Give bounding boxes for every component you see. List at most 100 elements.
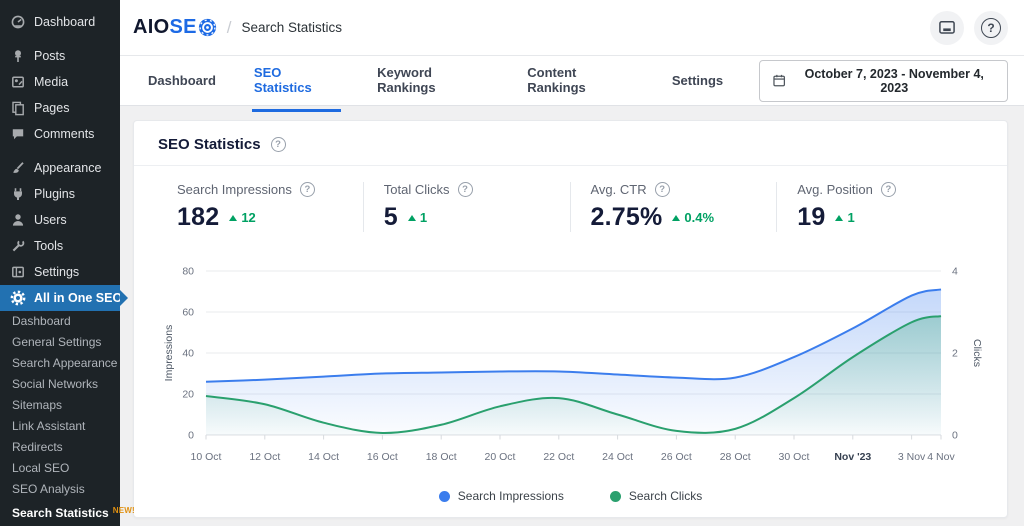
wp-admin-menu: Dashboard Posts Media Pages [0,0,120,526]
logo-gear-icon [198,18,217,37]
submenu-item-dashboard[interactable]: Dashboard [0,311,120,332]
legend-dot-clicks [610,491,621,502]
sidebar-item-label: Settings [34,265,79,279]
metric-label: Avg. Position [797,182,873,197]
svg-text:4 Nov: 4 Nov [927,451,955,463]
metric-value: 182 [177,203,219,232]
metric-delta: 0.4% [672,210,714,225]
submenu-label: Dashboard [12,314,71,328]
pushpin-icon [10,48,26,64]
trend-up-icon [229,215,237,221]
breadcrumb-separator: / [227,18,232,38]
svg-text:28 Oct: 28 Oct [720,451,751,463]
sidebar-item-settings[interactable]: Settings [0,259,120,285]
svg-text:18 Oct: 18 Oct [426,451,457,463]
submenu-item-search-appearance[interactable]: Search Appearance [0,353,120,374]
sidebar-item-comments[interactable]: Comments [0,121,120,147]
metric-help-icon[interactable]: ? [458,182,473,197]
media-icon [10,74,26,90]
metric-delta-value: 12 [241,210,255,225]
logo-text-se: SE [169,16,196,39]
tab-content-rankings[interactable]: Content Rankings [525,49,636,112]
svg-text:14 Oct: 14 Oct [308,451,339,463]
tab-keyword-rankings[interactable]: Keyword Rankings [375,49,491,112]
submenu-label: Search Statistics [12,506,109,520]
submenu-item-social-networks[interactable]: Social Networks [0,374,120,395]
card-help-icon[interactable]: ? [271,137,286,152]
sidebar-item-label: Tools [34,239,63,253]
svg-text:Clicks: Clicks [971,339,983,367]
metrics-row: Search Impressions ? 182 12 Total Clicks… [134,166,1007,242]
user-icon [10,212,26,228]
aioseo-logo: AIOSE [133,16,217,39]
svg-text:2: 2 [952,348,958,360]
metric-search-impressions: Search Impressions ? 182 12 [177,182,363,232]
svg-text:0: 0 [952,430,958,442]
legend-search-impressions[interactable]: Search Impressions [439,489,564,503]
sidebar-item-label: Posts [34,49,65,63]
monitor-icon [937,18,957,38]
svg-text:20 Oct: 20 Oct [485,451,516,463]
tab-seo-statistics[interactable]: SEO Statistics [252,49,341,112]
svg-text:40: 40 [182,348,194,360]
submenu-label: Search Appearance [12,356,117,370]
submenu-item-tools[interactable]: Tools [0,521,120,526]
sidebar-item-tools[interactable]: Tools [0,233,120,259]
submenu-item-link-assistant[interactable]: Link Assistant [0,416,120,437]
sidebar-item-appearance[interactable]: Appearance [0,155,120,181]
sidebar-item-label: All in One SEO [34,291,122,305]
aioseo-submenu: Dashboard General Settings Search Appear… [0,311,120,526]
sidebar-item-pages[interactable]: Pages [0,95,120,121]
trend-up-icon [408,215,416,221]
chart-area: 020406080024ImpressionsClicks10 Oct12 Oc… [134,252,1007,485]
svg-text:Nov '23: Nov '23 [834,451,871,463]
calendar-icon [772,73,786,88]
content-area: SEO Statistics ? Search Impressions ? 18… [120,106,1024,518]
sidebar-item-dashboard[interactable]: Dashboard [0,9,120,35]
submenu-item-sitemaps[interactable]: Sitemaps [0,395,120,416]
metric-avg-ctr: Avg. CTR ? 2.75% 0.4% [570,182,777,232]
date-range-picker[interactable]: October 7, 2023 - November 4, 2023 [759,60,1008,102]
monitor-button[interactable] [930,11,964,45]
card-title: SEO Statistics [158,136,261,153]
submenu-label: General Settings [12,335,101,349]
submenu-item-redirects[interactable]: Redirects [0,437,120,458]
svg-text:22 Oct: 22 Oct [543,451,574,463]
plugin-icon [10,186,26,202]
sidebar-item-users[interactable]: Users [0,207,120,233]
main-area: AIOSE / Search Statistics ? Dashboard [120,0,1024,526]
aioseo-header: AIOSE / Search Statistics ? [120,0,1024,56]
metric-delta: 12 [229,210,255,225]
metric-delta-value: 1 [420,210,427,225]
sidebar-item-media[interactable]: Media [0,69,120,95]
svg-text:20: 20 [182,389,194,401]
submenu-label: Sitemaps [12,398,62,412]
legend-search-clicks[interactable]: Search Clicks [610,489,702,503]
metric-delta-value: 1 [847,210,854,225]
tab-settings[interactable]: Settings [670,57,725,105]
submenu-label: Redirects [12,440,63,454]
svg-text:30 Oct: 30 Oct [779,451,810,463]
submenu-item-search-statistics[interactable]: Search StatisticsNEW! [0,500,120,521]
metric-help-icon[interactable]: ? [300,182,315,197]
metric-total-clicks: Total Clicks ? 5 1 [363,182,570,232]
metric-value: 5 [384,203,398,232]
metric-avg-position: Avg. Position ? 19 1 [776,182,983,232]
svg-text:24 Oct: 24 Oct [602,451,633,463]
metric-help-icon[interactable]: ? [881,182,896,197]
sidebar-item-posts[interactable]: Posts [0,43,120,69]
sidebar-item-label: Comments [34,127,94,141]
sidebar-item-label: Appearance [34,161,101,175]
submenu-item-seo-analysis[interactable]: SEO Analysis [0,479,120,500]
trend-up-icon [835,215,843,221]
help-button[interactable]: ? [974,11,1008,45]
tab-dashboard[interactable]: Dashboard [146,57,218,105]
sidebar-item-all-in-one-seo[interactable]: All in One SEO [0,285,120,311]
sidebar-item-plugins[interactable]: Plugins [0,181,120,207]
wp-admin-sidebar: Dashboard Posts Media Pages [0,0,120,526]
submenu-item-local-seo[interactable]: Local SEO [0,458,120,479]
metric-help-icon[interactable]: ? [655,182,670,197]
wrench-icon [10,238,26,254]
card-header: SEO Statistics ? [134,121,1007,166]
submenu-item-general-settings[interactable]: General Settings [0,332,120,353]
